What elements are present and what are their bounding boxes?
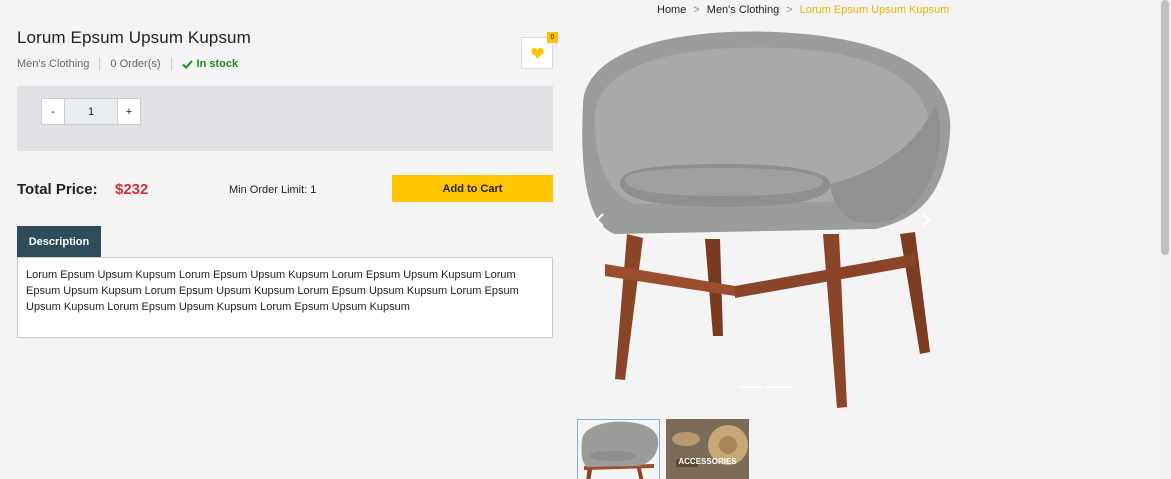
scrollbar-thumb[interactable] <box>1161 0 1169 255</box>
stock-status: In stock <box>181 58 239 70</box>
thumbnail-label: ACCESSORIES <box>678 457 737 466</box>
wishlist-button[interactable]: 0 <box>521 32 558 69</box>
breadcrumb: Home > Men's Clothing > Lorum Epsum Upsum Ku… <box>657 4 949 16</box>
breadcrumb-separator: > <box>693 4 700 16</box>
decrease-quantity-button[interactable]: - <box>41 98 65 125</box>
breadcrumb-category[interactable]: Men's Clothing <box>707 4 779 16</box>
chair-thumbnail-image <box>581 421 659 479</box>
page-scrollbar[interactable] <box>1159 0 1171 479</box>
product-meta: Men's Clothing 0 Order(s) In stock <box>17 58 238 70</box>
breadcrumb-home[interactable]: Home <box>657 4 686 16</box>
add-to-cart-button[interactable]: Add to Cart <box>392 175 553 202</box>
carousel-dot[interactable] <box>738 386 763 388</box>
tab-description[interactable]: Description <box>17 226 101 257</box>
thumbnail-chair[interactable] <box>577 419 660 479</box>
quantity-input[interactable]: 1 <box>65 98 117 125</box>
order-count: 0 Order(s) <box>110 58 161 70</box>
divider <box>99 58 101 70</box>
price-row: Total Price: $232 Min Order Limit: 1 Add… <box>17 175 553 203</box>
carousel-indicators <box>738 386 792 388</box>
thumbnail-strip: ACCESSORIES <box>577 419 749 479</box>
quantity-stepper: - 1 + <box>41 98 141 125</box>
total-price-label: Total Price: <box>17 181 98 198</box>
total-price-value: $232 <box>115 181 149 198</box>
next-arrow-icon[interactable] <box>922 213 931 227</box>
product-category[interactable]: Men's Clothing <box>17 58 89 70</box>
stock-label: In stock <box>196 58 239 70</box>
increase-quantity-button[interactable]: + <box>117 98 141 125</box>
description-text: Lorum Epsum Upsum Kupsum Lorum Epsum Ups… <box>17 257 553 338</box>
thumbnail-accessories[interactable]: ACCESSORIES <box>666 419 749 479</box>
wishlist-count-badge: 0 <box>547 32 558 43</box>
accessories-thumbnail-image <box>666 419 749 479</box>
quantity-panel: - 1 + <box>17 86 553 151</box>
breadcrumb-current: Lorum Epsum Upsum Kupsum <box>799 4 950 16</box>
divider <box>170 58 172 70</box>
breadcrumb-separator: > <box>786 4 793 16</box>
product-image <box>582 31 951 408</box>
heart-icon <box>530 47 544 59</box>
carousel-dot[interactable] <box>767 386 792 388</box>
check-icon <box>181 59 193 69</box>
min-order-limit: Min Order Limit: 1 <box>229 184 317 196</box>
product-title: Lorum Epsum Upsum Kupsum <box>17 28 251 47</box>
